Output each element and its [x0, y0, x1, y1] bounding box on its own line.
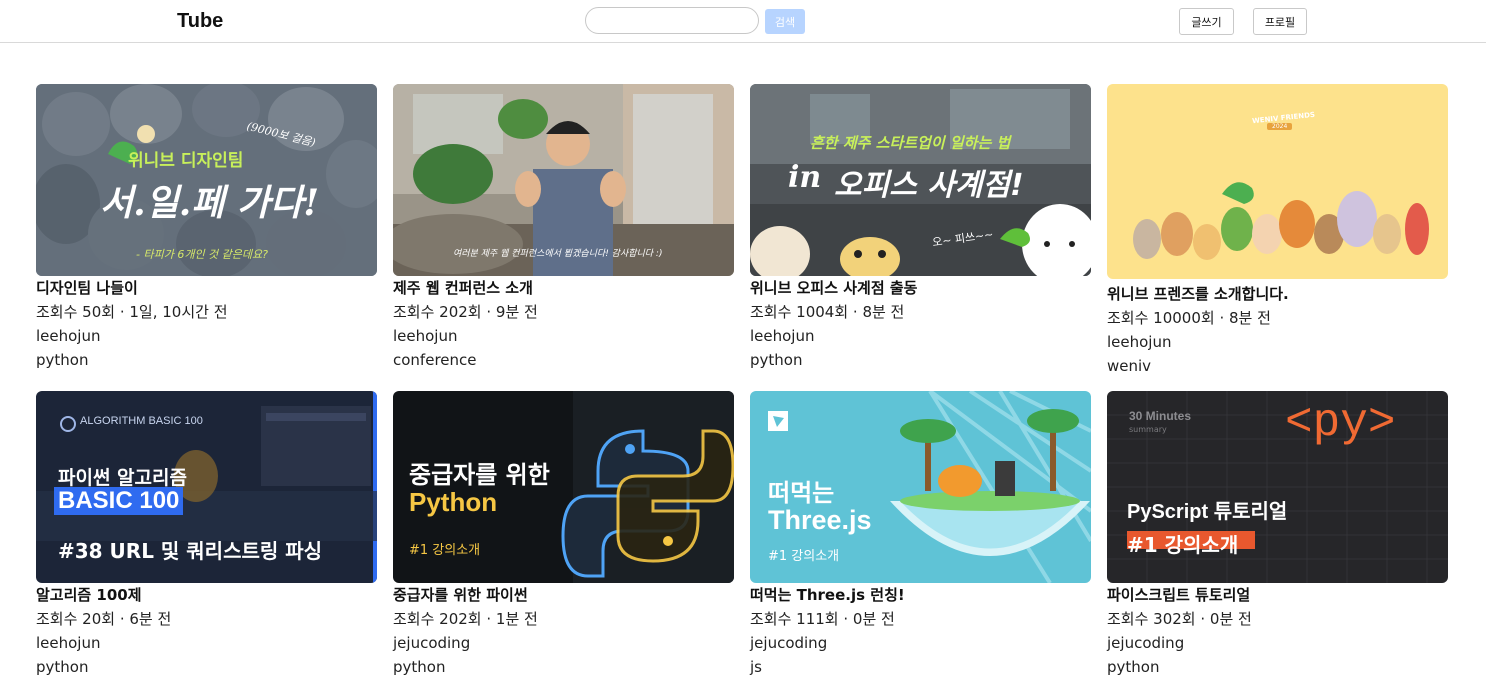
video-author: jejucoding: [393, 634, 471, 652]
video-title[interactable]: 위니브 오피스 사계점 출동: [750, 276, 1091, 300]
video-meta: 조회수 10000회 · 8분 전: [1107, 309, 1271, 327]
video-title[interactable]: 위니브 프렌즈를 소개합니다.: [1107, 282, 1448, 306]
thumbnail-brand: ALGORITHM BASIC 100: [80, 415, 203, 427]
video-tag: python: [750, 351, 803, 369]
search-input[interactable]: [585, 7, 759, 34]
video-tag: js: [750, 658, 762, 676]
thumbnail-caption: - 타피가 6개인 것 같은데요?: [136, 248, 268, 261]
video-thumbnail[interactable]: 30 Minutes summary <py> PyScript 튜토리얼 #1…: [1107, 391, 1448, 583]
video-meta: 조회수 1004회 · 8분 전: [750, 303, 905, 321]
video-author: jejucoding: [750, 634, 828, 652]
thumbnail-title: Python: [409, 487, 498, 517]
video-card[interactable]: 여러분 제주 웹 컨퍼런스에서 뵙겠습니다! 감사합니다 :) 제주 웹 컨퍼런…: [393, 84, 734, 372]
thumbnail-heading: 위니브 디자인팀: [128, 151, 244, 171]
video-author: leehojun: [1107, 333, 1172, 351]
video-author: leehojun: [393, 327, 458, 345]
video-meta: 조회수 302회 · 0분 전: [1107, 610, 1252, 628]
video-meta: 조회수 202회 · 1분 전: [393, 610, 538, 628]
video-tag: python: [1107, 658, 1160, 676]
video-author: leehojun: [750, 327, 815, 345]
video-card[interactable]: 30 Minutes summary <py> PyScript 튜토리얼 #1…: [1107, 391, 1448, 679]
video-thumbnail[interactable]: 떠먹는 Three.js #1 강의소개: [750, 391, 1091, 583]
video-card[interactable]: 떠먹는 Three.js #1 강의소개 떠먹는 Three.js 런칭! 조회…: [750, 391, 1091, 679]
thumbnail-heading: 흔한 제주 스타트업이 일하는 법: [810, 134, 1011, 152]
search-button[interactable]: 검색: [765, 9, 805, 34]
video-thumbnail[interactable]: 여러분 제주 웹 컨퍼런스에서 뵙겠습니다! 감사합니다 :): [393, 84, 734, 276]
video-title[interactable]: 디자인팀 나들이: [36, 276, 377, 300]
thumbnail-caption: 여러분 제주 웹 컨퍼런스에서 뵙겠습니다! 감사합니다 :): [453, 249, 663, 259]
video-card[interactable]: 위니브 디자인팀 (9000보 걸음) 서.일.페 가다! - 타피가 6개인 …: [36, 84, 377, 372]
video-card[interactable]: WENIV FRIENDS 2024 위니브 프렌즈를 소개합니다. 조회수 1…: [1107, 84, 1448, 378]
video-meta: 조회수 20회 · 6분 전: [36, 610, 172, 628]
thumbnail-title: 오피스 사계점!: [834, 168, 1024, 203]
video-thumbnail[interactable]: 위니브 디자인팀 (9000보 걸음) 서.일.페 가다! - 타피가 6개인 …: [36, 84, 377, 276]
thumbnail-heading: 파이썬 알고리즘: [58, 467, 187, 489]
video-card[interactable]: 중급자를 위한 Python #1 강의소개 중급자를 위한 파이썬 조회수 2…: [393, 391, 734, 679]
video-tag: python: [36, 658, 89, 676]
thumbnail-subtitle: #1 강의소개: [1127, 533, 1239, 557]
video-thumbnail[interactable]: ALGORITHM BASIC 100 파이썬 알고리즘 BASIC 100 #…: [36, 391, 377, 583]
video-tag: weniv: [1107, 357, 1152, 375]
video-thumbnail[interactable]: 흔한 제주 스타트업이 일하는 법 in 오피스 사계점! 오~ 피쓰~~: [750, 84, 1091, 276]
video-title[interactable]: 제주 웹 컨퍼런스 소개: [393, 276, 734, 300]
thumbnail-subtitle: #1 강의소개: [409, 543, 481, 558]
thumbnail-heading: 떠먹는: [768, 479, 835, 507]
video-title[interactable]: 중급자를 위한 파이썬: [393, 583, 734, 607]
video-title[interactable]: 파이스크립트 튜토리얼: [1107, 583, 1448, 607]
video-card[interactable]: 흔한 제주 스타트업이 일하는 법 in 오피스 사계점! 오~ 피쓰~~ 위니…: [750, 84, 1091, 372]
video-title[interactable]: 떠먹는 Three.js 런칭!: [750, 583, 1091, 607]
top-header: Tube 검색 글쓰기 프로필: [0, 0, 1486, 43]
thumbnail-prefix: in: [788, 160, 822, 195]
write-button[interactable]: 글쓰기: [1179, 8, 1234, 35]
video-author: leehojun: [36, 327, 101, 345]
video-author: leehojun: [36, 634, 101, 652]
thumbnail-title: Three.js: [768, 505, 872, 535]
video-thumbnail[interactable]: WENIV FRIENDS 2024: [1107, 84, 1448, 279]
thumbnail-small-heading: 30 Minutes: [1129, 409, 1192, 423]
thumbnail-title: PyScript 튜토리얼: [1127, 501, 1288, 523]
thumbnail-title: 서.일.페 가다!: [100, 182, 320, 224]
video-tag: python: [393, 658, 446, 676]
thumbnail-logo: <py>: [1285, 397, 1396, 449]
video-tag: conference: [393, 351, 477, 369]
video-thumbnail[interactable]: 중급자를 위한 Python #1 강의소개: [393, 391, 734, 583]
video-author: jejucoding: [1107, 634, 1185, 652]
profile-button[interactable]: 프로필: [1253, 8, 1307, 35]
video-meta: 조회수 202회 · 9분 전: [393, 303, 538, 321]
thumbnail-subtitle: #38 URL 및 쿼리스트링 파싱: [58, 539, 323, 563]
thumbnail-badge: 2024: [1267, 123, 1293, 130]
thumbnail-art: [1107, 84, 1448, 279]
video-meta: 조회수 50회 · 1일, 10시간 전: [36, 303, 228, 321]
thumbnail-subtitle: #1 강의소개: [768, 549, 840, 564]
site-logo[interactable]: Tube: [177, 10, 223, 33]
video-card[interactable]: ALGORITHM BASIC 100 파이썬 알고리즘 BASIC 100 #…: [36, 391, 377, 679]
video-meta: 조회수 111회 · 0분 전: [750, 610, 895, 628]
thumbnail-title: BASIC 100: [54, 487, 184, 515]
video-tag: python: [36, 351, 89, 369]
thumbnail-small-subheading: summary: [1129, 425, 1167, 434]
video-title[interactable]: 알고리즘 100제: [36, 583, 377, 607]
thumbnail-heading: 중급자를 위한: [409, 461, 550, 489]
